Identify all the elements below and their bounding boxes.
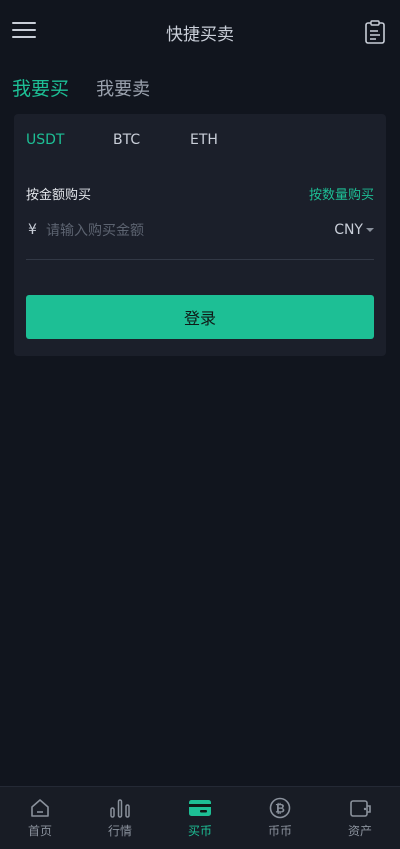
page-title: 快捷买卖 [166, 25, 234, 45]
tab-buy[interactable]: 我要买 [12, 74, 69, 101]
buy-by-quantity-link[interactable]: 按数量购买 [309, 184, 374, 203]
nav-item-assets[interactable]: 资产 [320, 787, 400, 849]
amount-input[interactable] [46, 218, 306, 244]
svg-text:₿: ₿ [275, 802, 285, 816]
nav-item-market[interactable]: 行情 [80, 787, 160, 849]
nav-label-market: 行情 [107, 824, 132, 838]
header: 快捷买卖 [0, 0, 400, 64]
nav-label-buy-coin: 买币 [187, 824, 212, 838]
tab-sell[interactable]: 我要卖 [96, 75, 150, 101]
nav-label-assets: 资产 [347, 824, 372, 838]
order-list-icon[interactable] [364, 20, 386, 44]
bitcoin-icon: ₿ [269, 797, 291, 819]
buy-mode-label: 按金额购买 [26, 188, 92, 203]
amount-row: ¥ CNY [26, 214, 374, 260]
nav-item-exchange[interactable]: ₿ 币币 [240, 787, 320, 849]
yuan-symbol: ¥ [28, 222, 37, 238]
coin-tab-usdt[interactable]: USDT [26, 132, 64, 148]
coin-tab-eth[interactable]: ETH [190, 132, 218, 148]
nav-label-home: 首页 [27, 824, 52, 838]
wallet-card-icon [189, 800, 211, 816]
nav-item-home[interactable]: 首页 [0, 787, 80, 849]
login-button[interactable]: 登录 [26, 295, 374, 339]
coin-tab-btc[interactable]: BTC [113, 132, 140, 148]
caret-down-icon [366, 228, 374, 232]
bottom-nav: 首页 行情 买币 ₿ 币币 资产 [0, 786, 400, 849]
nav-label-exchange: 币币 [267, 824, 292, 838]
bar-chart-icon [110, 799, 130, 818]
trade-tabs: 我要买 我要卖 [12, 74, 172, 104]
asset-wallet-icon [350, 800, 371, 817]
fiat-currency-select[interactable]: CNY [334, 222, 374, 238]
home-icon [31, 799, 49, 817]
fiat-currency-label: CNY [334, 222, 363, 238]
trade-card: USDT BTC ETH 按金额购买 按数量购买 ¥ CNY 登录 [14, 114, 386, 356]
nav-item-buy-coin[interactable]: 买币 [160, 787, 240, 849]
